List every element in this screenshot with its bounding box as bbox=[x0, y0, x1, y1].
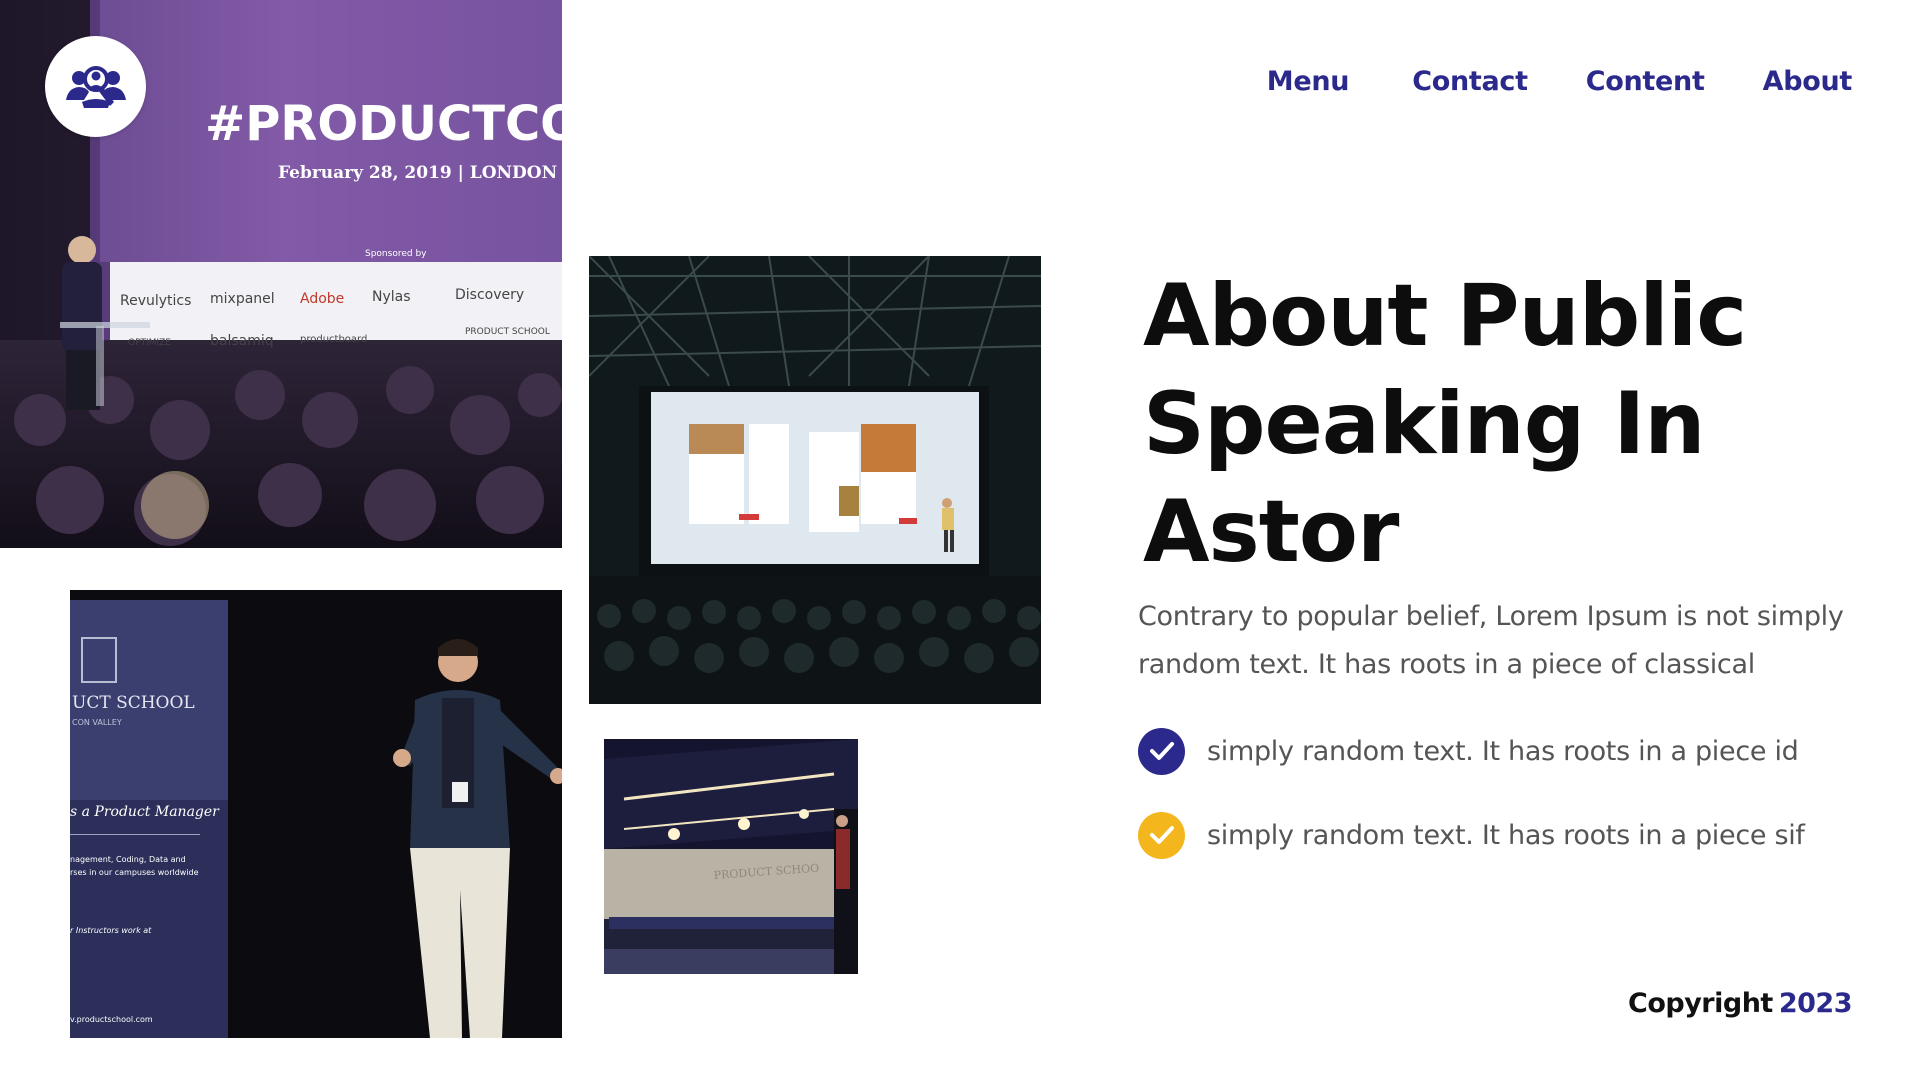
svg-text:CON VALLEY: CON VALLEY bbox=[72, 718, 122, 727]
feature-checklist: simply random text. It has roots in a pi… bbox=[1138, 725, 1805, 893]
copyright-year: 2023 bbox=[1778, 988, 1853, 1019]
svg-text:Nylas: Nylas bbox=[372, 289, 411, 305]
page-title-line-1: About Public bbox=[1143, 266, 1747, 366]
svg-text:rses in our campuses worldwide: rses in our campuses worldwide bbox=[70, 868, 199, 877]
banner-sponsored: Sponsored by bbox=[365, 249, 427, 259]
nav-menu[interactable]: Menu bbox=[1267, 66, 1350, 97]
nav-about[interactable]: About bbox=[1763, 66, 1853, 97]
banner-title: #PRODUCTCO bbox=[205, 96, 562, 152]
checklist-item-text: simply random text. It has roots in a pi… bbox=[1207, 819, 1805, 851]
checklist-item: simply random text. It has roots in a pi… bbox=[1138, 725, 1805, 777]
page-title: About Public Speaking In Astor bbox=[1143, 262, 1863, 586]
svg-text:balsamiq: balsamiq bbox=[210, 333, 274, 349]
copyright-label: Copyright bbox=[1628, 988, 1773, 1019]
svg-text:OPTIMIZE: OPTIMIZE bbox=[128, 338, 171, 348]
banner-date: February 28, 2019 | LONDON bbox=[278, 163, 557, 183]
ballroom-photo: PRODUCT SCHOO bbox=[604, 739, 858, 974]
intro-paragraph: Contrary to popular belief, Lorem Ipsum … bbox=[1138, 601, 1844, 680]
svg-text:productboard: productboard bbox=[300, 334, 367, 345]
check-circle-icon bbox=[1138, 727, 1185, 775]
svg-text:UCT SCHOOL: UCT SCHOOL bbox=[72, 693, 195, 713]
svg-text:v.productschool.com: v.productschool.com bbox=[70, 1015, 153, 1024]
nav-contact[interactable]: Contact bbox=[1412, 66, 1528, 97]
speaker-photo: UCT SCHOOL CON VALLEY s a Product Manage… bbox=[70, 590, 562, 1038]
team-search-icon bbox=[65, 65, 126, 108]
copyright: Copyright 2023 bbox=[1628, 988, 1852, 1019]
checklist-item-text: simply random text. It has roots in a pi… bbox=[1207, 735, 1799, 767]
svg-text:mixpanel: mixpanel bbox=[210, 291, 275, 307]
check-circle-icon bbox=[1138, 811, 1185, 859]
svg-text:Revulytics: Revulytics bbox=[120, 293, 191, 309]
page-title-line-2: Speaking In bbox=[1143, 374, 1705, 474]
svg-text:nagement, Coding, Data and: nagement, Coding, Data and bbox=[70, 855, 186, 864]
nav-content[interactable]: Content bbox=[1586, 66, 1705, 97]
svg-text:r Instructors work at: r Instructors work at bbox=[70, 926, 152, 935]
svg-text:PRODUCT SCHOOL: PRODUCT SCHOOL bbox=[465, 327, 550, 337]
page-title-line-3: Astor bbox=[1143, 482, 1399, 582]
checklist-item: simply random text. It has roots in a pi… bbox=[1138, 809, 1805, 861]
main-nav: Menu Contact Content About bbox=[1267, 66, 1853, 97]
svg-text:Adobe: Adobe bbox=[300, 291, 344, 307]
brand-logo[interactable] bbox=[45, 36, 146, 137]
page: #PRODUCTCO February 28, 2019 | LONDON Sp… bbox=[0, 0, 1920, 1080]
svg-text:s a Product Manager: s a Product Manager bbox=[70, 804, 220, 820]
presentation-photo bbox=[589, 256, 1041, 704]
svg-text:Discovery: Discovery bbox=[455, 287, 524, 303]
